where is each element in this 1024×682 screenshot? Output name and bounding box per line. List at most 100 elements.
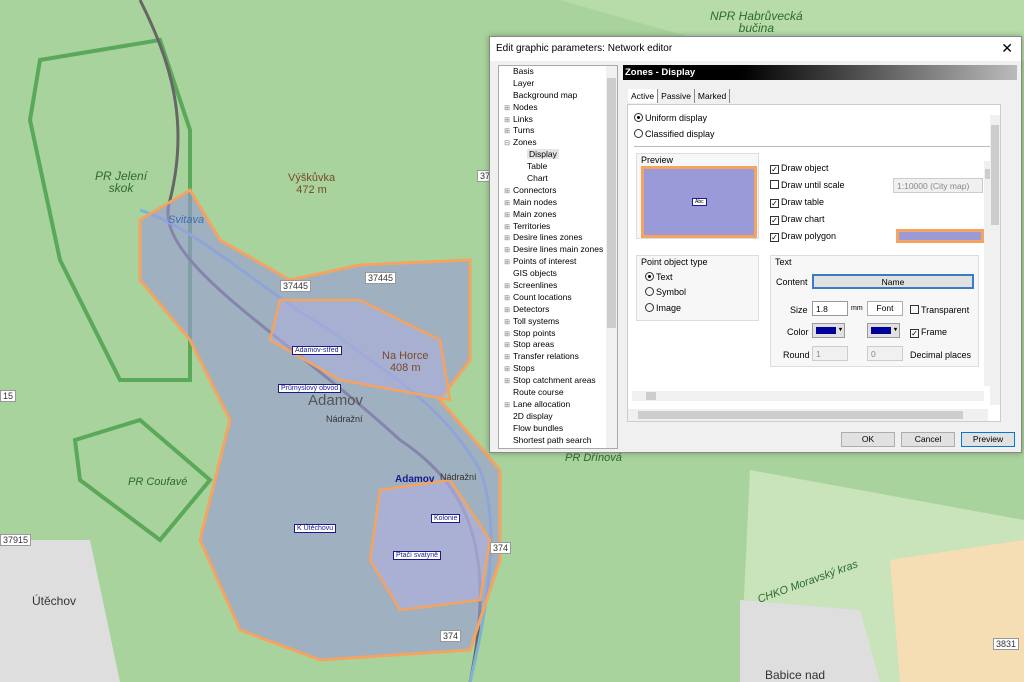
cancel-button[interactable]: Cancel — [901, 432, 955, 447]
inner-horizontal-scrollbar[interactable] — [632, 391, 984, 401]
tree-item-zones[interactable]: ⊟ Zones — [499, 137, 617, 149]
tree-item-nodes[interactable]: ⊞ Nodes — [499, 102, 617, 114]
tree-item-lane-allocation[interactable]: ⊞ Lane allocation — [499, 399, 617, 411]
tree-item-display[interactable]: Display — [499, 149, 617, 161]
tab-marked[interactable]: Marked — [695, 89, 731, 103]
tree-item-toll-systems[interactable]: ⊞ Toll systems — [499, 316, 617, 328]
close-icon[interactable]: ✕ — [1001, 40, 1013, 57]
ok-button[interactable]: OK — [841, 432, 895, 447]
panel-vertical-scrollbar[interactable] — [990, 115, 1000, 405]
tree-item-label: Detectors — [513, 303, 550, 314]
zone-label[interactable]: Ptačí svatyně — [393, 551, 442, 560]
tree-item-stop-points[interactable]: ⊞ Stop points — [499, 328, 617, 340]
map-label: Výškůvka 472 m — [288, 172, 336, 196]
tree-item-points-of-interest[interactable]: ⊞ Points of interest — [499, 256, 617, 268]
tree-item-2d-display[interactable]: 2D display — [499, 411, 617, 423]
tree-item-desire-lines-zones[interactable]: ⊞ Desire lines zones — [499, 232, 617, 244]
tree-item-connectors[interactable]: ⊞ Connectors — [499, 185, 617, 197]
frame-checkbox[interactable]: ✓ Frame — [910, 327, 947, 338]
tree-item-gis-objects[interactable]: GIS objects — [499, 268, 617, 280]
expand-icon[interactable]: ⊞ — [501, 198, 513, 210]
classified-display-radio[interactable]: Classified display — [634, 129, 715, 139]
tree-item-stops[interactable]: ⊞ Stops — [499, 363, 617, 375]
tree-item-count-locations[interactable]: ⊞ Count locations — [499, 292, 617, 304]
point-type-label: Point object type — [641, 257, 708, 267]
tree-item-table[interactable]: Table — [499, 161, 617, 173]
tree-item-territories[interactable]: ⊞ Territories — [499, 221, 617, 233]
preview-button[interactable]: Preview — [961, 432, 1015, 447]
content-button[interactable]: Name — [812, 274, 974, 289]
round-input[interactable]: 1 — [812, 346, 848, 361]
uniform-display-radio[interactable]: Uniform display — [634, 113, 707, 123]
draw-chart-checkbox[interactable]: ✓ Draw chart — [770, 214, 825, 225]
tree-item-background-map[interactable]: Background map — [499, 90, 617, 102]
expand-icon[interactable]: ⊞ — [501, 103, 513, 115]
draw-table-checkbox[interactable]: ✓ Draw table — [770, 197, 824, 208]
tree-item-label: Zones — [513, 137, 537, 148]
tree-item-label: 2D display — [513, 410, 553, 421]
draw-object-checkbox[interactable]: ✓ Draw object — [770, 163, 829, 174]
font-button[interactable]: Font — [867, 301, 903, 316]
tree-item-basis[interactable]: Basis — [499, 66, 617, 78]
road-shield: 37445 — [280, 280, 312, 292]
tree-item-desire-lines-main-zones[interactable]: ⊞ Desire lines main zones — [499, 244, 617, 256]
tree-item-label: Stop areas — [513, 339, 555, 350]
tree-item-shortest-path-search[interactable]: Shortest path search — [499, 435, 617, 447]
expand-icon[interactable]: ⊞ — [501, 210, 513, 222]
zone-label[interactable]: Kolonie — [431, 514, 461, 523]
panel-horizontal-scrollbar[interactable] — [628, 409, 988, 421]
town-label: Adamov — [395, 474, 435, 485]
tree-item-label: Count locations — [513, 291, 572, 302]
expand-icon[interactable]: ⊞ — [501, 305, 513, 317]
tree-item-label: Flow bundles — [513, 422, 564, 433]
text-color-picker[interactable]: ▾ — [812, 323, 845, 338]
tree-item-turns[interactable]: ⊞ Turns — [499, 125, 617, 137]
expand-icon[interactable]: ⊟ — [501, 138, 513, 150]
tree-item-label: Toll systems — [513, 315, 560, 326]
zone-label[interactable]: Adamov-střed — [292, 346, 342, 355]
transparent-checkbox[interactable]: Transparent — [910, 305, 969, 315]
zone-label[interactable]: K Útěchovu — [294, 524, 337, 533]
frame-color-picker[interactable]: ▾ — [867, 323, 900, 338]
tree-item-screenlines[interactable]: ⊞ Screenlines — [499, 280, 617, 292]
zone-label[interactable]: Průmyslový obvod — [278, 384, 342, 393]
tree-item-label: Nodes — [513, 101, 538, 112]
tree-item-label: Main zones — [513, 208, 557, 219]
tree-item-main-zones[interactable]: ⊞ Main zones — [499, 209, 617, 221]
tree-item-label: Transfer relations — [513, 351, 579, 362]
tree-item-label: Stops — [513, 363, 535, 374]
tree-item-stop-catchment-areas[interactable]: ⊞ Stop catchment areas — [499, 375, 617, 387]
draw-until-scale-checkbox[interactable]: Draw until scale — [770, 180, 845, 190]
tree-item-transfer-relations[interactable]: ⊞ Transfer relations — [499, 351, 617, 363]
tab-passive[interactable]: Passive — [658, 89, 695, 103]
tree-item-label: Territories — [513, 220, 551, 231]
tree-item-label: Table — [527, 161, 548, 172]
tree-item-links[interactable]: ⊞ Links — [499, 114, 617, 126]
text-radio[interactable]: Text — [645, 272, 673, 282]
road-shield: 3831 — [993, 638, 1020, 650]
tree-item-stop-areas[interactable]: ⊞ Stop areas — [499, 339, 617, 351]
size-input[interactable]: 1.8 — [812, 301, 848, 316]
tree-scrollbar[interactable] — [606, 66, 617, 448]
symbol-radio[interactable]: Symbol — [645, 287, 686, 297]
image-radio[interactable]: Image — [645, 303, 681, 313]
tree-item-route-course[interactable]: Route course — [499, 387, 617, 399]
tree-item-detectors[interactable]: ⊞ Detectors — [499, 304, 617, 316]
tree-item-label: Main nodes — [513, 196, 557, 207]
tree-item-main-nodes[interactable]: ⊞ Main nodes — [499, 197, 617, 209]
town-label: Útěchov — [32, 594, 77, 608]
tree-item-layer[interactable]: Layer — [499, 78, 617, 90]
category-tree[interactable]: Basis Layer Background map ⊞ Nodes ⊞ Links ⊞ Tur… — [498, 65, 618, 449]
preview-label: Preview — [641, 155, 674, 165]
road-shield: 374 — [490, 542, 512, 554]
tree-item-flow-bundles[interactable]: Flow bundles — [499, 423, 617, 435]
tree-item-label: Desire lines zones — [513, 232, 583, 243]
draw-polygon-checkbox[interactable]: ✓ Draw polygon — [770, 231, 836, 242]
tab-active[interactable]: Active — [628, 89, 659, 103]
expand-icon[interactable]: ⊞ — [501, 317, 513, 329]
decimals-input[interactable]: 0 — [867, 346, 903, 361]
tree-item-chart[interactable]: Chart — [499, 173, 617, 185]
map-label: PR Jelení skok — [95, 169, 148, 195]
polygon-style-button[interactable] — [896, 229, 984, 243]
scale-select[interactable]: 1:10000 (City map) — [893, 178, 983, 193]
